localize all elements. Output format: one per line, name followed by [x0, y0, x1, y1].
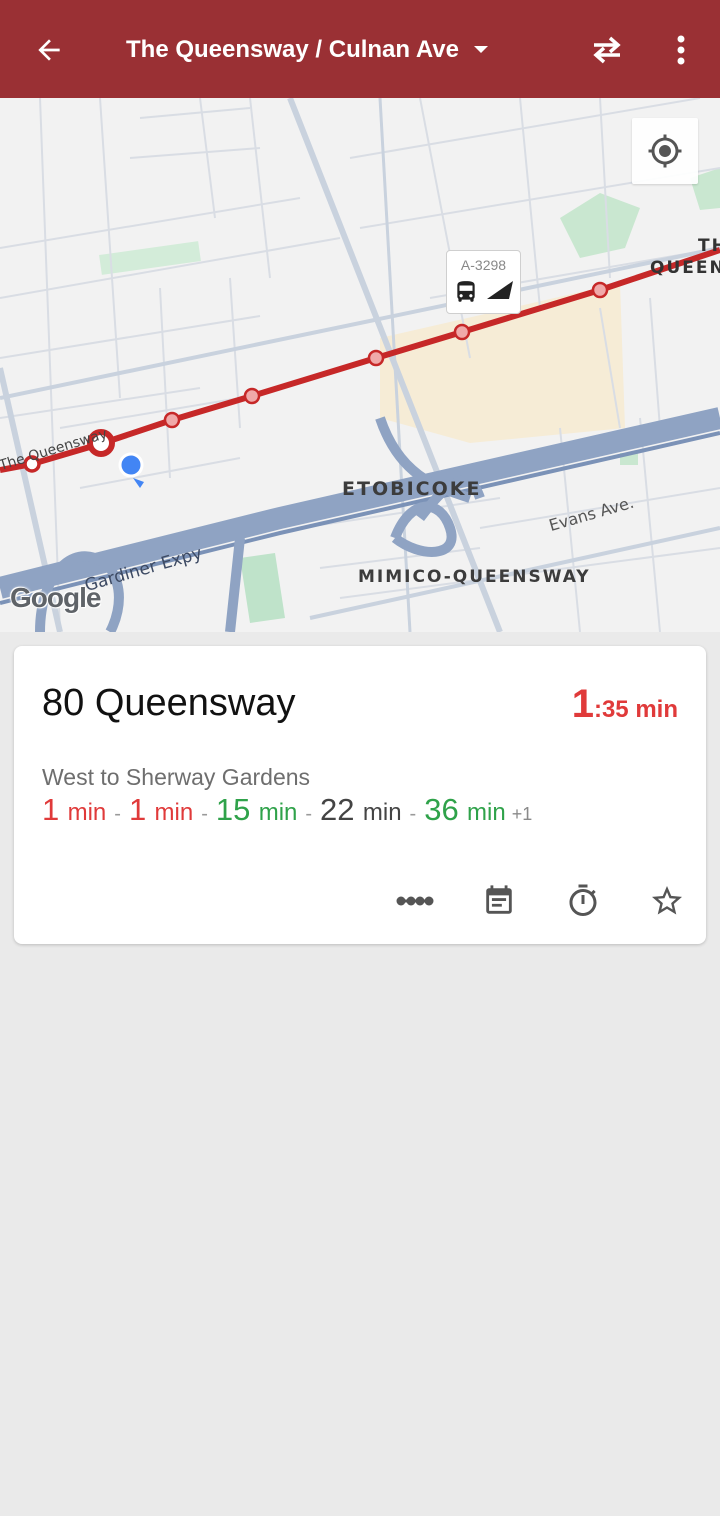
google-logo: Google: [10, 582, 101, 613]
prediction-4: 22 min: [320, 792, 402, 827]
favorite-star-icon: [652, 886, 682, 915]
prediction-2: 1 min: [128, 792, 194, 827]
separator: -: [201, 803, 208, 825]
route-stops-icon: [396, 896, 434, 906]
vehicle-id: A-3298: [460, 257, 507, 273]
prediction-3: 15 min: [215, 792, 298, 827]
arrow-back-icon: [38, 39, 60, 61]
map-label-etobicoke: ETOBICOKE: [342, 478, 482, 500]
more-options-button[interactable]: [656, 25, 706, 75]
map-label-th: TH: [698, 236, 720, 256]
schedule-button[interactable]: [474, 876, 524, 926]
reminder-timer-button[interactable]: [558, 876, 608, 926]
swap-direction-button[interactable]: [582, 25, 632, 75]
map-label-queen: QUEEN: [650, 258, 720, 278]
arrival-predictions: 1 min -1 min -15 min -22 min -36 min +1: [42, 792, 532, 828]
top-app-bar: The Queensway / Culnan Ave: [0, 0, 720, 98]
route-map[interactable]: The Queensway ETOBICOKE MIMICO-QUEENSWAY…: [0, 98, 720, 632]
more-vert-icon: [677, 35, 685, 65]
favorite-button[interactable]: [642, 876, 692, 926]
swap-direction-icon: [593, 36, 621, 64]
arrival-card[interactable]: 80 Queensway 1:35 min West to Sherway Ga…: [14, 646, 706, 944]
schedule-icon: [486, 885, 512, 914]
my-location-button[interactable]: [632, 118, 698, 184]
more-predictions-count: +1: [511, 804, 533, 824]
route-direction: West to Sherway Gardens: [42, 764, 311, 790]
route-stops-button[interactable]: [390, 876, 440, 926]
next-arrival-eta: 1:35 min: [572, 682, 678, 727]
vehicle-marker[interactable]: A-3298: [446, 250, 521, 314]
card-actions: [390, 876, 692, 926]
dropdown-caret-icon: [473, 46, 488, 53]
bus-icon: [457, 281, 475, 302]
timer-icon: [569, 884, 597, 916]
heading-arrow-icon: [487, 281, 513, 299]
separator: -: [305, 803, 313, 825]
my-location-icon: [648, 134, 682, 168]
separator: -: [409, 803, 417, 825]
eta-seconds: :35 min: [593, 696, 678, 723]
stop-title: The Queensway / Culnan Ave: [126, 36, 459, 63]
back-button[interactable]: [24, 25, 74, 75]
map-label-mimico: MIMICO-QUEENSWAY: [358, 567, 591, 587]
route-name: 80 Queensway: [42, 682, 296, 724]
separator: -: [114, 803, 121, 825]
map-canvas: [0, 98, 720, 632]
eta-minutes: 1: [571, 682, 594, 726]
stop-selector[interactable]: The Queensway / Culnan Ave: [126, 28, 489, 72]
prediction-1: 1 min: [42, 792, 107, 827]
prediction-5: 36 min: [424, 792, 506, 827]
